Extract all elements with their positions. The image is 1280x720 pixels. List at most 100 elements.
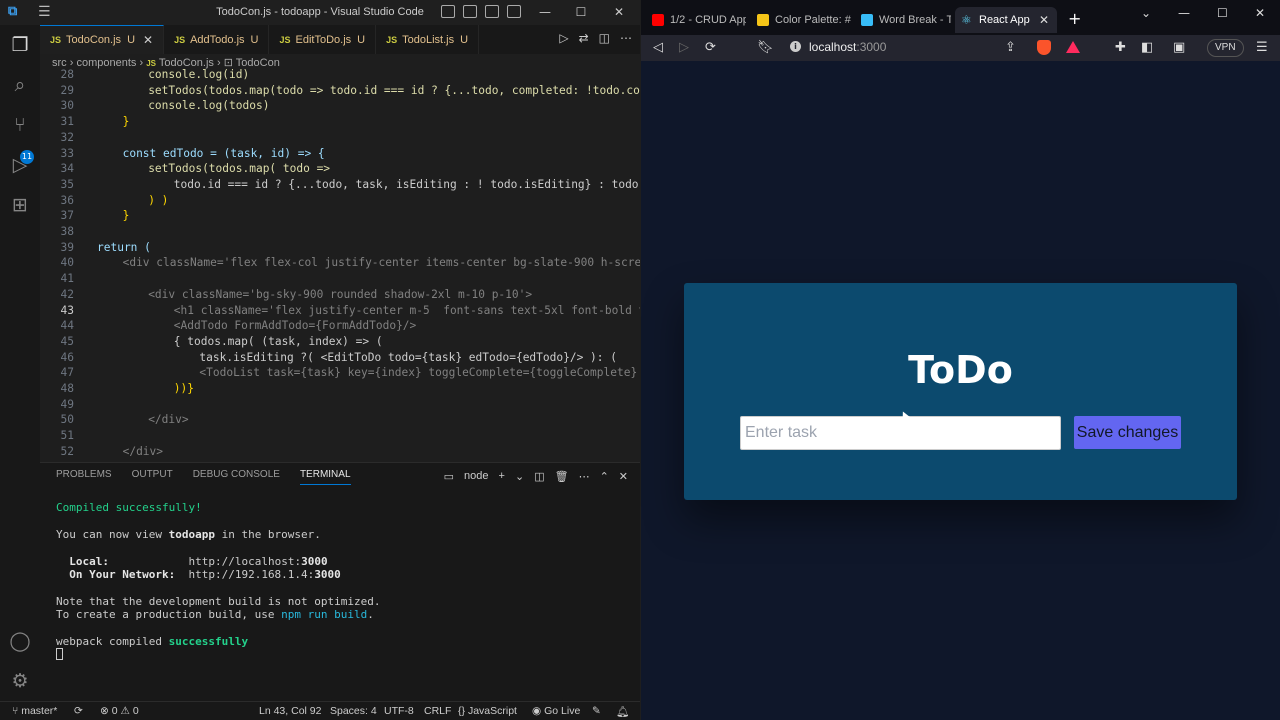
code-line[interactable]: 51 bbox=[40, 428, 640, 444]
trash-icon[interactable]: 🗑 bbox=[555, 470, 569, 483]
run-debug-icon[interactable]: ▷ bbox=[8, 153, 32, 177]
toggle-sidebar-icon[interactable] bbox=[441, 5, 455, 18]
brave-shields-icon[interactable] bbox=[1037, 40, 1051, 55]
maximize-icon[interactable]: ☐ bbox=[1217, 6, 1228, 20]
wallet-icon[interactable]: ▣ bbox=[1173, 39, 1185, 57]
terminal-shell-label[interactable]: node bbox=[464, 470, 488, 483]
code-line[interactable]: 44 <AddTodo FormAddTodo={FormAddTodo}/> bbox=[40, 318, 640, 334]
code-line[interactable]: 38 bbox=[40, 224, 640, 240]
forward-icon[interactable]: ▷ bbox=[679, 39, 689, 57]
brave-rewards-icon[interactable] bbox=[1066, 41, 1080, 53]
close-tab-icon[interactable]: ✕ bbox=[143, 33, 153, 47]
indentation[interactable]: Spaces: 4 bbox=[330, 705, 377, 717]
address-bar[interactable]: localhost:3000 bbox=[809, 40, 886, 54]
tab-problems[interactable]: PROBLEMS bbox=[56, 469, 112, 485]
code-line[interactable]: 43 <h1 className='flex justify-center m-5… bbox=[40, 303, 640, 319]
source-control-icon[interactable]: ⑂ bbox=[8, 113, 32, 137]
encoding[interactable]: UTF-8 bbox=[384, 705, 414, 717]
code-line[interactable]: 39 return ( bbox=[40, 240, 640, 256]
tab-todolist[interactable]: JS TodoList.js U bbox=[376, 25, 480, 54]
browser-tab[interactable]: 1/2 - CRUD App bbox=[646, 7, 746, 33]
code-line[interactable]: 36) ) bbox=[40, 193, 640, 209]
split-editor-icon[interactable]: ◫ bbox=[599, 31, 610, 45]
code-line[interactable]: 49 bbox=[40, 397, 640, 413]
terminal-output[interactable]: Compiled successfully! You can now view … bbox=[56, 501, 381, 662]
line-ending[interactable]: CRLF bbox=[424, 705, 451, 717]
reload-icon[interactable]: ⟳ bbox=[705, 39, 716, 57]
tab-edittodo[interactable]: JS EditToDo.js U bbox=[269, 25, 377, 54]
toggle-secondary-sidebar-icon[interactable] bbox=[485, 5, 499, 18]
code-line[interactable]: 28 console.log(id) bbox=[40, 68, 640, 83]
tab-search-chevron-icon[interactable]: ⌄ bbox=[1141, 6, 1151, 20]
close-window-icon[interactable]: ✕ bbox=[1255, 6, 1265, 20]
code-line[interactable]: 30 console.log(todos) bbox=[40, 98, 640, 114]
toggle-panel-icon[interactable] bbox=[463, 5, 477, 18]
site-info-icon[interactable]: i bbox=[790, 41, 801, 52]
account-icon[interactable]: ◯ bbox=[8, 629, 32, 653]
code-line[interactable]: 32 bbox=[40, 130, 640, 146]
bookmark-icon[interactable]: 🔖︎ bbox=[757, 39, 774, 57]
tab-todocon[interactable]: JS TodoCon.js U ✕ bbox=[40, 25, 165, 54]
tab-addtodo[interactable]: JS AddTodo.js U bbox=[164, 25, 270, 54]
compare-icon[interactable]: ⇄ bbox=[579, 31, 589, 45]
code-line[interactable]: 37} bbox=[40, 208, 640, 224]
settings-gear-icon[interactable]: ⚙ bbox=[8, 669, 32, 693]
sidebar-icon[interactable]: ◧ bbox=[1141, 39, 1153, 57]
tab-terminal[interactable]: TERMINAL bbox=[299, 469, 351, 485]
close-panel-icon[interactable]: ✕ bbox=[619, 470, 628, 483]
code-line[interactable]: 48))} bbox=[40, 381, 640, 397]
problems-status[interactable]: ⊗ 0 ⚠ 0 bbox=[100, 705, 139, 717]
more-actions-icon[interactable]: ⋯ bbox=[620, 31, 632, 45]
more-icon[interactable]: ⋯ bbox=[579, 470, 590, 483]
browser-tab[interactable]: Word Break - Ta bbox=[855, 7, 951, 33]
code-line[interactable]: 42 <div className='bg-sky-900 rounded sha… bbox=[40, 287, 640, 303]
code-line[interactable]: 47 <TodoList task={task} key={index} togg… bbox=[40, 365, 640, 381]
browser-menu-icon[interactable]: ☰ bbox=[1256, 39, 1268, 57]
back-icon[interactable]: ◁ bbox=[653, 39, 663, 57]
chevron-down-icon[interactable]: ⌄ bbox=[515, 470, 524, 483]
search-icon[interactable]: ⌕ bbox=[8, 73, 32, 97]
close-tab-icon[interactable]: ✕ bbox=[1039, 13, 1057, 27]
share-icon[interactable]: ⇪ bbox=[1005, 39, 1016, 57]
code-line[interactable]: 45 { todos.map( (task, index) => ( bbox=[40, 334, 640, 350]
tab-output[interactable]: OUTPUT bbox=[132, 469, 173, 485]
language-mode[interactable]: {} JavaScript bbox=[458, 705, 517, 717]
save-changes-button[interactable]: Save changes bbox=[1074, 416, 1181, 449]
customize-layout-icon[interactable] bbox=[507, 5, 521, 18]
code-line[interactable]: 35 todo.id === id ? {...todo, task, isEdi… bbox=[40, 177, 640, 193]
run-icon[interactable]: ▷ bbox=[559, 31, 568, 45]
maximize-icon[interactable]: ☐ bbox=[566, 3, 596, 21]
code-line[interactable]: 52 </div> bbox=[40, 444, 640, 460]
branch-status[interactable]: ⑂ master* bbox=[12, 705, 57, 717]
vpn-button[interactable]: VPN bbox=[1207, 39, 1244, 57]
tab-debug-console[interactable]: DEBUG CONSOLE bbox=[193, 469, 280, 485]
extensions-icon[interactable]: ✚ bbox=[1115, 39, 1126, 57]
new-tab-icon[interactable]: + bbox=[1068, 9, 1081, 28]
sync-icon[interactable]: ⟳ bbox=[74, 705, 83, 717]
task-input[interactable] bbox=[740, 416, 1061, 450]
browser-tab-active[interactable]: ⚛ React App ✕ bbox=[955, 7, 1057, 33]
code-editor[interactable]: 28 console.log(id) 29 setTodos(todos.map(to… bbox=[40, 68, 640, 462]
extensions-icon[interactable]: ⊞ bbox=[8, 193, 32, 217]
maximize-panel-icon[interactable]: ⌃ bbox=[600, 470, 609, 483]
code-line[interactable]: 41 bbox=[40, 271, 640, 287]
terminal-line: Compiled successfully! bbox=[56, 501, 202, 514]
close-window-icon[interactable]: ✕ bbox=[604, 3, 634, 21]
code-line[interactable]: 29 setTodos(todos.map(todo => todo.id ===… bbox=[40, 83, 640, 99]
browser-tab[interactable]: Color Palette: #1 bbox=[751, 7, 851, 33]
feedback-icon[interactable]: ✎ bbox=[592, 705, 601, 717]
explorer-icon[interactable]: ❐ bbox=[8, 33, 32, 57]
minimize-icon[interactable]: — bbox=[1178, 6, 1190, 20]
cursor-position[interactable]: Ln 43, Col 92 bbox=[259, 705, 321, 717]
minimize-icon[interactable]: — bbox=[530, 3, 560, 21]
code-line[interactable]: 46 task.isEditing ?( <EditToDo todo={task… bbox=[40, 350, 640, 366]
code-line[interactable]: 50 </div> bbox=[40, 412, 640, 428]
new-terminal-icon[interactable]: + bbox=[499, 470, 505, 483]
go-live[interactable]: ◉ Go Live bbox=[532, 705, 580, 717]
code-line[interactable]: 33 const edTodo = (task, id) => { bbox=[40, 146, 640, 162]
code-line[interactable]: 31} bbox=[40, 114, 640, 130]
code-line[interactable]: 40 <div className='flex flex-col justify-… bbox=[40, 255, 640, 271]
notifications-bell-icon[interactable]: 🔔︎ bbox=[616, 705, 629, 718]
code-line[interactable]: 34 setTodos(todos.map( todo => bbox=[40, 161, 640, 177]
split-terminal-icon[interactable]: ◫ bbox=[534, 470, 544, 483]
